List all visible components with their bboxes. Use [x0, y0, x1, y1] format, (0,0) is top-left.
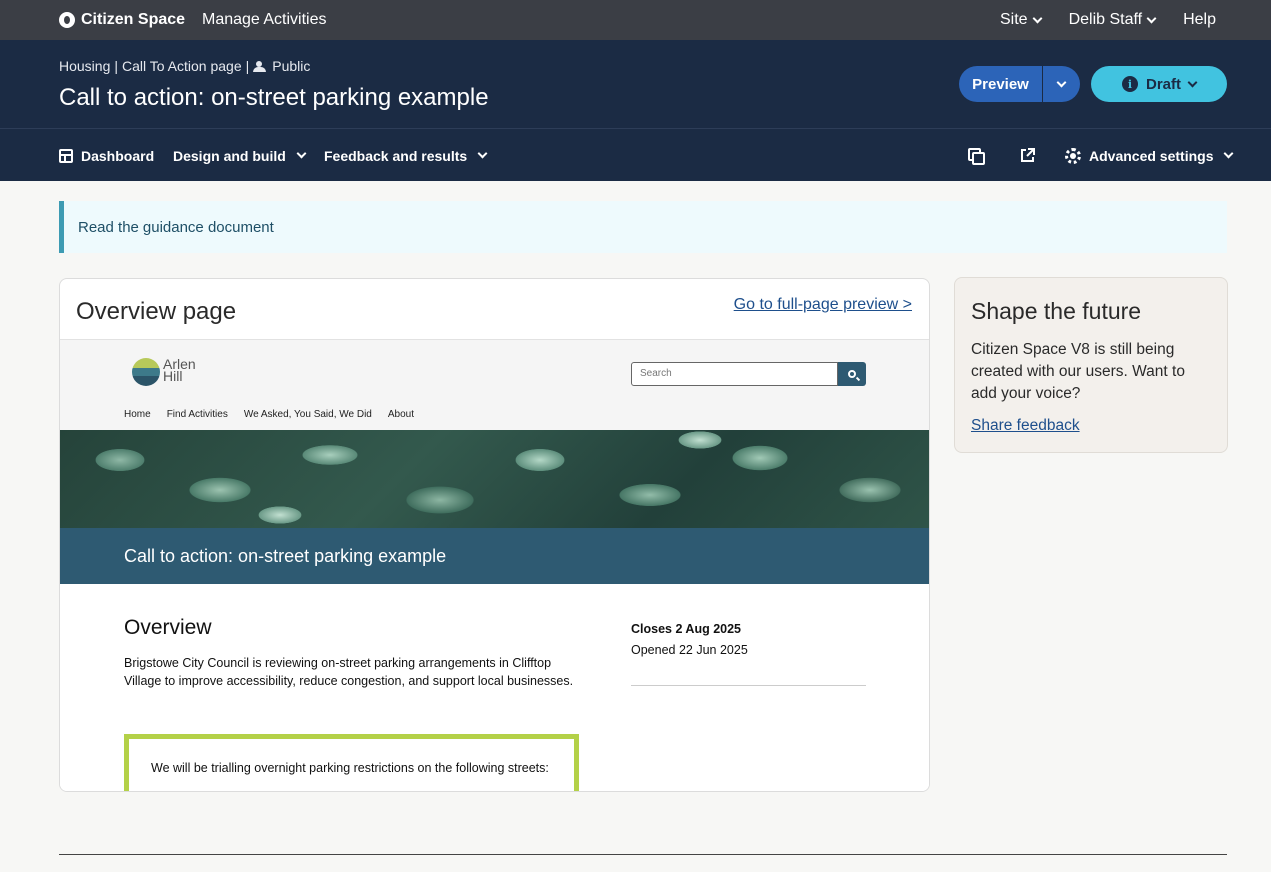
tab-design-and-build[interactable]: Design and build [173, 129, 307, 182]
copy-button[interactable] [968, 129, 985, 182]
preview-nav-we-asked[interactable]: We Asked, You Said, We Did [244, 409, 372, 420]
footer-divider [59, 854, 1227, 855]
feedback-card-title: Shape the future [971, 298, 1142, 324]
preview-nav-about[interactable]: About [388, 409, 414, 420]
external-link-icon [1021, 148, 1035, 162]
preview-nav-find-activities[interactable]: Find Activities [167, 409, 228, 420]
chevron-down-icon [1187, 77, 1198, 87]
preview-callout-text: We will be trialling overnight parking r… [151, 761, 549, 775]
status-label: Draft [1145, 75, 1181, 93]
share-feedback-link[interactable]: Share feedback [971, 417, 1080, 435]
page-preview-frame: Arlen Hill Search Home Find Activities W… [60, 340, 929, 791]
preview-overview-heading: Overview [124, 616, 212, 639]
tab-feedback-and-results[interactable]: Feedback and results [324, 129, 488, 182]
breadcrumb-visibility: Public [272, 58, 311, 74]
preview-button[interactable]: Preview [959, 66, 1042, 102]
preview-search-button[interactable] [838, 362, 866, 386]
preview-activity-title: Call to action: on-street parking exampl… [60, 528, 929, 584]
preview-dropdown-button[interactable] [1043, 66, 1080, 102]
preview-banner-image [60, 430, 929, 528]
feedback-card: Shape the future Citizen Space V8 is sti… [954, 277, 1228, 453]
status-draft-button[interactable]: i Draft [1091, 66, 1227, 102]
breadcrumb: Housing | Call To Action page | Public [59, 58, 310, 74]
breadcrumb-section[interactable]: Housing [59, 58, 110, 74]
dashboard-grid-icon [59, 148, 73, 163]
search-icon [848, 370, 856, 378]
breadcrumb-type: Call To Action page [122, 58, 242, 74]
site-menu-label: Site [999, 11, 1028, 28]
chevron-down-icon [1056, 77, 1067, 87]
overview-card-title: Overview page [76, 298, 237, 325]
top-nav-right: Site Delib Staff Help [1000, 0, 1216, 40]
preview-closes-date: Closes 2 Aug 2025 [631, 622, 742, 636]
gear-icon [1065, 147, 1081, 164]
copy-icon [968, 148, 985, 165]
guidance-document-link[interactable]: guidance document [143, 219, 274, 236]
chevron-down-icon [1146, 13, 1157, 23]
activity-header: Housing | Call To Action page | Public C… [0, 40, 1271, 128]
tab-dashboard[interactable]: Dashboard [59, 129, 154, 182]
chevron-down-icon [477, 148, 488, 159]
advanced-settings-label: Advanced settings [1089, 147, 1214, 164]
tab-feedback-label: Feedback and results [324, 147, 468, 164]
brand-link[interactable]: Citizen Space [59, 0, 185, 40]
citizen-space-logo-icon [59, 12, 75, 28]
preview-opened-date: Opened 22 Jun 2025 [631, 643, 748, 657]
info-icon: i [1121, 76, 1138, 92]
user-menu-label: Delib Staff [1068, 11, 1143, 28]
chevron-down-icon [1224, 148, 1234, 159]
help-link[interactable]: Help [1183, 11, 1216, 29]
open-external-button[interactable] [1020, 129, 1035, 182]
breadcrumb-separator: | [245, 58, 250, 74]
preview-search-input[interactable]: Search [631, 362, 838, 386]
guidance-notice: Read the guidance document [59, 201, 1227, 253]
activity-subnav: Dashboard Design and build Feedback and … [0, 128, 1271, 181]
tab-dashboard-label: Dashboard [81, 147, 155, 164]
arlen-hill-logo-text: Arlen Hill [163, 356, 196, 384]
preview-overview-text: Brigstowe City Council is reviewing on-s… [124, 656, 574, 688]
breadcrumb-separator: | [114, 58, 119, 74]
chevron-down-icon [1032, 13, 1043, 23]
feedback-card-text: Citizen Space V8 is still being created … [971, 341, 1185, 402]
divider [631, 685, 866, 686]
brand-name: Citizen Space [81, 11, 186, 28]
top-bar: Citizen Space Manage Activities Site Del… [0, 0, 1271, 40]
preview-nav-home[interactable]: Home [124, 409, 151, 420]
people-icon [253, 60, 267, 72]
preview-callout-box: We will be trialling overnight parking r… [124, 734, 579, 791]
preview-site-nav: Home Find Activities We Asked, You Said,… [124, 409, 414, 420]
full-page-preview-link[interactable]: Go to full-page preview > [734, 296, 912, 314]
chevron-down-icon [296, 148, 307, 159]
manage-activities-link[interactable]: Manage Activities [202, 0, 327, 40]
tab-design-label: Design and build [173, 147, 286, 164]
advanced-settings-menu[interactable]: Advanced settings [1065, 129, 1234, 182]
guidance-prefix: Read the [78, 218, 139, 236]
arlen-hill-logo-icon [132, 358, 160, 386]
user-menu[interactable]: Delib Staff [1068, 11, 1157, 29]
page-title: Call to action: on-street parking exampl… [59, 84, 489, 111]
site-menu[interactable]: Site [999, 11, 1043, 29]
overview-card: Overview page Go to full-page preview > … [59, 278, 930, 792]
preview-site-header: Arlen Hill Search Home Find Activities W… [60, 340, 929, 430]
preview-button-group: Preview [959, 66, 1080, 102]
